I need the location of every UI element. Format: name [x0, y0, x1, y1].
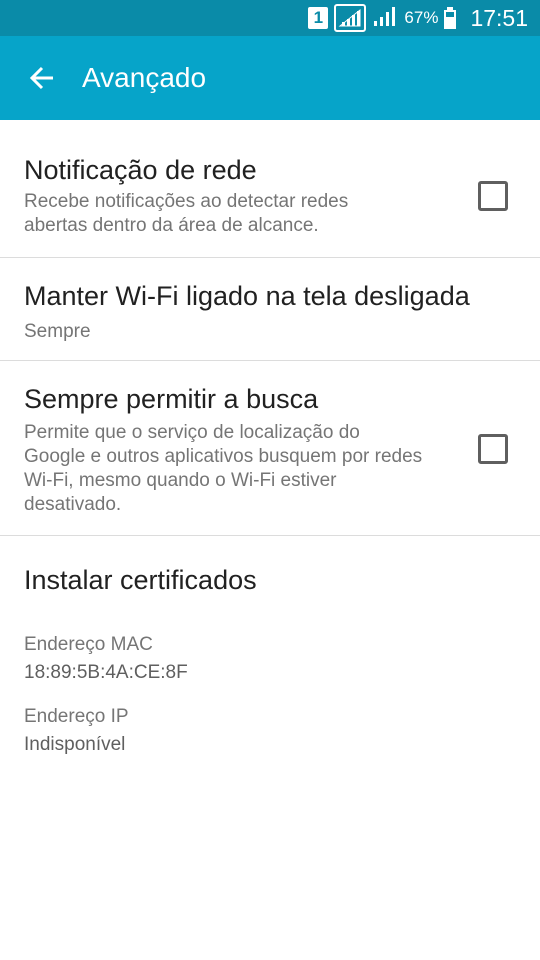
- pref-always-allow-scanning[interactable]: Sempre permitir a busca Permite que o se…: [0, 361, 540, 536]
- network-info: Endereço MAC 18:89:5B:4A:CE:8F Endereço …: [0, 632, 540, 760]
- back-button[interactable]: [22, 58, 62, 98]
- pref-network-notification[interactable]: Notificação de rede Recebe notificações …: [0, 120, 540, 258]
- pref-title: Manter Wi-Fi ligado na tela desligada: [24, 281, 470, 311]
- status-bar: 1 67% 17:51: [0, 0, 540, 36]
- pref-title: Notificação de rede: [24, 155, 257, 185]
- pref-keep-wifi-on[interactable]: Manter Wi-Fi ligado na tela desligada Se…: [0, 258, 540, 361]
- pref-summary: Recebe notificações ao detectar redes ab…: [24, 191, 349, 236]
- ip-address-value: Indisponível: [24, 734, 126, 755]
- always-allow-scanning-checkbox[interactable]: [478, 434, 508, 464]
- pref-summary: Sempre: [24, 321, 91, 342]
- ip-address-label: Endereço IP: [24, 706, 129, 727]
- pref-summary: Permite que o serviço de localização do …: [24, 422, 423, 515]
- sim-slot-icon: 1: [308, 7, 329, 29]
- clock: 17:51: [470, 4, 528, 31]
- ip-address-block: Endereço IP Indisponível: [24, 704, 540, 760]
- arrow-left-icon: [29, 66, 53, 90]
- pref-title: Instalar certificados: [24, 565, 257, 595]
- pref-install-certificates[interactable]: Instalar certificados: [0, 536, 540, 624]
- page-title: Avançado: [82, 62, 207, 93]
- battery-icon: [444, 7, 457, 29]
- battery-percent: 67%: [404, 8, 439, 27]
- signal-strength-icon: [334, 4, 367, 32]
- mac-address-block: Endereço MAC 18:89:5B:4A:CE:8F: [24, 632, 540, 688]
- app-bar: Avançado: [0, 36, 540, 120]
- pref-title: Sempre permitir a busca: [24, 384, 319, 414]
- mac-address-value: 18:89:5B:4A:CE:8F: [24, 662, 188, 683]
- mac-address-label: Endereço MAC: [24, 634, 153, 655]
- settings-list: Notificação de rede Recebe notificações …: [0, 120, 540, 760]
- signal-strength-2-icon: [372, 5, 398, 32]
- network-notification-checkbox[interactable]: [478, 181, 508, 211]
- status-icons: 1 67% 17:51: [308, 0, 528, 36]
